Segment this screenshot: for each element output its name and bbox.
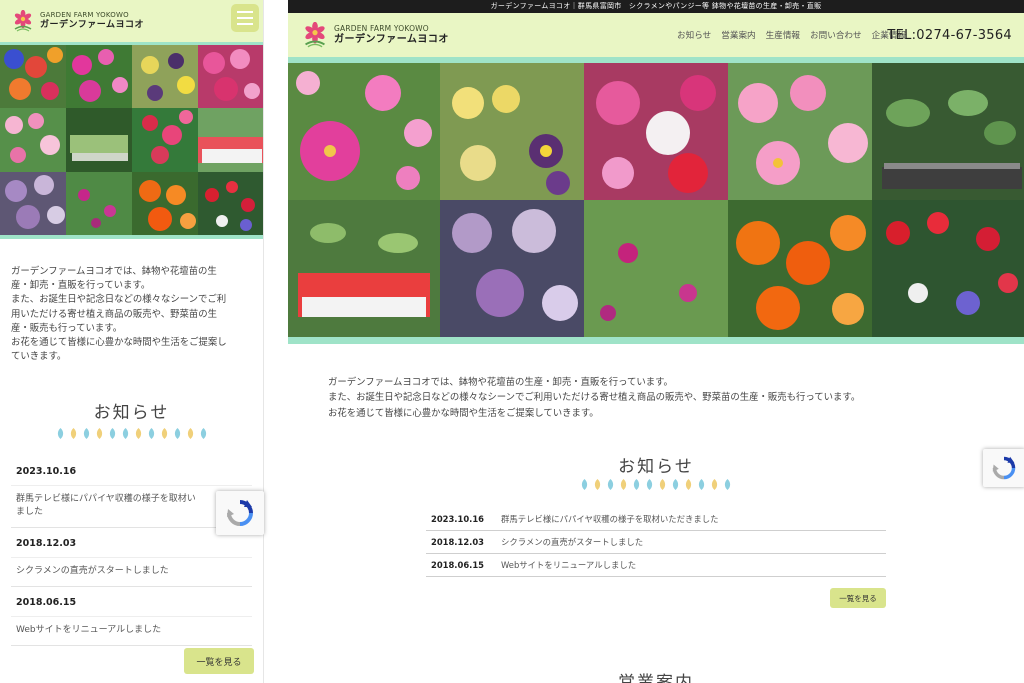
brand-name-ja: ガーデンファームヨコオ bbox=[334, 33, 449, 45]
intro-line: また、お誕生日や記念日などの様々なシーンでご利用いただける寄せ植え商品の販売や、… bbox=[328, 392, 861, 404]
recaptcha-icon bbox=[992, 456, 1016, 480]
news-text-link[interactable]: 群馬テレビ様にパパイヤ収穫の様子を取材いただきました bbox=[501, 513, 719, 525]
intro-line: 用いただける寄せ植え商品の販売や、野菜苗の生 bbox=[11, 308, 217, 320]
hamburger-menu-button[interactable] bbox=[231, 4, 259, 32]
main-navigation: お知らせ 営業案内 生産情報 お問い合わせ 企業情報 bbox=[677, 13, 906, 57]
recaptcha-badge[interactable] bbox=[983, 449, 1024, 487]
hamburger-line-icon bbox=[237, 11, 253, 13]
news-text-link[interactable]: シクラメンの直売がスタートしました bbox=[501, 536, 643, 548]
mobile-news-list: 2023.10.16 群馬テレビ様にパパイヤ収穫の様子を取材い ました 2018… bbox=[11, 456, 252, 647]
recaptcha-badge[interactable] bbox=[216, 491, 264, 535]
phone-number[interactable]: TEL:0274-67-3564 bbox=[887, 13, 1012, 57]
nav-item-business[interactable]: 営業案内 bbox=[721, 29, 755, 41]
flower-logo-icon[interactable] bbox=[12, 10, 34, 32]
screenshot-stage: GARDEN FARM YOKOWO ガーデンファームヨコオ ガーデンファームヨ… bbox=[0, 0, 1024, 683]
news-date: 2018.06.15 bbox=[431, 560, 484, 570]
news-section-title: お知らせ bbox=[618, 457, 694, 477]
leaf-divider-icon bbox=[288, 478, 1024, 491]
recaptcha-icon bbox=[227, 500, 253, 526]
mobile-intro-text: ガーデンファームヨコオでは、鉢物や花壇苗の生 産・卸売・直販を行っています。 ま… bbox=[0, 239, 263, 364]
brand-name-en: GARDEN FARM YOKOWO bbox=[334, 24, 429, 34]
hamburger-line-icon bbox=[237, 17, 253, 19]
top-info-bar: ガーデンファームヨコオ｜群馬県富岡市 シクラメンやパンジー等 鉢物や花壇苗の生産… bbox=[288, 0, 1024, 13]
mobile-hero-flower-collage bbox=[0, 45, 263, 235]
nav-item-production[interactable]: 生産情報 bbox=[766, 29, 800, 41]
news-text-link[interactable]: Webサイトをリニューアルしました bbox=[501, 559, 636, 571]
news-text-line: 群馬テレビ様にパパイヤ収穫の様子を取材い bbox=[16, 494, 196, 505]
desktop-hero-flower-collage bbox=[288, 63, 1024, 337]
news-date: 2023.10.16 bbox=[431, 514, 484, 524]
brand-logo-text[interactable]: GARDEN FARM YOKOWO ガーデンファームヨコオ bbox=[40, 12, 144, 30]
hero-accent-strip bbox=[288, 337, 1024, 344]
desktop-header: GARDEN FARM YOKOWO ガーデンファームヨコオ お知らせ 営業案内… bbox=[288, 13, 1024, 57]
news-more-button[interactable]: 一覧を見る bbox=[830, 588, 886, 608]
intro-line: ガーデンファームヨコオでは、鉢物や花壇苗の生 bbox=[11, 266, 217, 277]
nav-item-news[interactable]: お知らせ bbox=[677, 29, 711, 41]
desktop-view: ガーデンファームヨコオ｜群馬県富岡市 シクラメンやパンジー等 鉢物や花壇苗の生産… bbox=[288, 0, 1024, 683]
news-date: 2018.06.15 bbox=[11, 587, 252, 618]
brand-logo-text[interactable]: GARDEN FARM YOKOWO ガーデンファームヨコオ bbox=[334, 25, 449, 45]
desktop-intro-text: ガーデンファームヨコオでは、鉢物や花壇苗の生産・卸売・直販を行っています。 また… bbox=[288, 344, 1024, 421]
intro-line: ガーデンファームヨコオでは、鉢物や花壇苗の生産・卸売・直販を行っています。 bbox=[328, 377, 673, 388]
news-text-link[interactable]: Webサイトをリニューアルしました bbox=[11, 617, 252, 645]
leaf-divider-icon bbox=[0, 427, 263, 440]
news-date: 2018.12.03 bbox=[431, 537, 484, 547]
intro-line: また、お誕生日や記念日などの様々なシーンでご利 bbox=[11, 294, 227, 306]
news-section-title: お知らせ bbox=[93, 403, 170, 424]
news-item[interactable]: 2018.12.03 シクラメンの直売がスタートしました bbox=[11, 528, 252, 588]
intro-line: ていきます。 bbox=[11, 351, 67, 363]
mobile-view: GARDEN FARM YOKOWO ガーデンファームヨコオ ガーデンファームヨ… bbox=[0, 0, 264, 683]
intro-line: お花を通じて皆様に心豊かな時間や生活をご提案し bbox=[11, 337, 227, 349]
news-item[interactable]: 2018.12.03 シクラメンの直売がスタートしました bbox=[426, 531, 886, 554]
desktop-news-list: 2023.10.16 群馬テレビ様にパパイヤ収穫の様子を取材いただきました 20… bbox=[426, 508, 886, 577]
nav-item-contact[interactable]: お問い合わせ bbox=[810, 29, 862, 41]
news-text-line: ました bbox=[16, 507, 44, 518]
flower-logo-icon[interactable] bbox=[302, 22, 328, 48]
news-date: 2023.10.16 bbox=[11, 456, 252, 487]
intro-line: お花を通じて皆様に心豊かな時間や生活をご提案していきます。 bbox=[328, 407, 599, 419]
hamburger-line-icon bbox=[237, 23, 253, 25]
intro-line: 産・卸売・直販を行っています。 bbox=[11, 280, 151, 292]
news-more-button[interactable]: 一覧を見る bbox=[184, 648, 254, 674]
intro-line: 産・販売も行っています。 bbox=[11, 322, 123, 334]
brand-name-ja: ガーデンファームヨコオ bbox=[40, 20, 144, 30]
news-item[interactable]: 2018.06.15 Webサイトをリニューアルしました bbox=[426, 554, 886, 577]
news-item[interactable]: 2023.10.16 群馬テレビ様にパパイヤ収穫の様子を取材いただきました bbox=[426, 508, 886, 531]
news-item[interactable]: 2018.06.15 Webサイトをリニューアルしました bbox=[11, 587, 252, 647]
brand-name-en: GARDEN FARM YOKOWO bbox=[40, 11, 129, 19]
mobile-header: GARDEN FARM YOKOWO ガーデンファームヨコオ bbox=[0, 0, 263, 42]
news-text-link[interactable]: シクラメンの直売がスタートしました bbox=[11, 558, 252, 586]
business-section-title: 営業案内 bbox=[618, 673, 694, 683]
